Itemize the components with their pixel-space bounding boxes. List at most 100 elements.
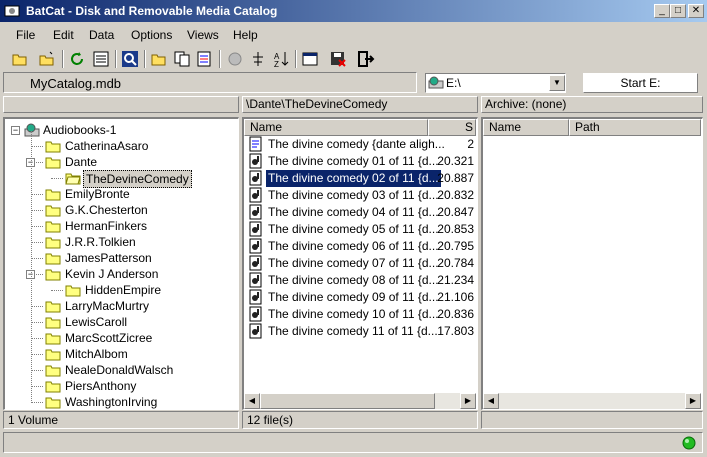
file-row[interactable]: The divine comedy 09 of 11 {d... 21.106 <box>244 289 476 306</box>
archive-scroll-left-button[interactable]: ◀ <box>483 393 499 409</box>
properties-button[interactable] <box>300 49 320 69</box>
archive-horizontal-scrollbar[interactable]: ◀ ▶ <box>483 393 701 409</box>
tree-item-label: WashingtonIrving <box>65 395 158 409</box>
status-light-icon <box>682 436 696 450</box>
file-list[interactable]: Name S The divine comedy {dante aligh...… <box>242 117 478 410</box>
tree-item-label: CatherinaAsaro <box>65 139 149 153</box>
file-row[interactable]: The divine comedy 05 of 11 {d... 20.853 <box>244 221 476 238</box>
arrow-right-icon: ▶ <box>464 396 472 405</box>
menu-help[interactable]: Help <box>233 28 258 42</box>
horizontal-scrollbar[interactable]: ◀ ▶ <box>244 393 476 409</box>
tree-button[interactable] <box>248 49 268 69</box>
file-path-label: \Dante\TheDevineComedy <box>246 97 388 111</box>
save-delete-button[interactable] <box>328 49 348 69</box>
file-size: 20.887 <box>437 171 474 185</box>
file-name: The divine comedy 07 of 11 {d... <box>268 256 439 270</box>
open-catalog-button[interactable] <box>10 49 30 69</box>
minimize-button[interactable]: _ <box>654 4 670 18</box>
start-scan-button[interactable]: Start E: <box>583 73 698 93</box>
menu-data[interactable]: Data <box>89 28 114 42</box>
tree-status: 1 Volume <box>3 411 239 429</box>
tree-item-label: LewisCaroll <box>65 315 128 329</box>
archive-status <box>481 411 703 429</box>
tree-header <box>3 96 239 113</box>
file-row[interactable]: The divine comedy 07 of 11 {d... 20.784 <box>244 255 476 272</box>
column-header-name[interactable]: Name <box>244 119 428 136</box>
minimize-icon: _ <box>659 5 665 16</box>
sort-button[interactable]: AZ <box>271 49 291 69</box>
file-name: The divine comedy 09 of 11 {d... <box>268 290 439 304</box>
collapse-icon[interactable]: − <box>11 126 20 135</box>
file-name: The divine comedy 06 of 11 {d... <box>268 239 439 253</box>
file-rows: The divine comedy {dante aligh... 2 The di… <box>244 136 476 390</box>
folder-tree[interactable]: − Audiobooks-1 CatherinaAsaro Dante − TheDevi… <box>3 117 239 410</box>
report-button[interactable] <box>195 49 215 69</box>
toolbar-separator <box>62 50 64 68</box>
menu-file[interactable]: File <box>16 28 35 42</box>
tree-item-label: MarcScottZicree <box>65 331 153 345</box>
archive-list[interactable]: Name Path ◀ ▶ <box>481 117 703 410</box>
new-folder-icon <box>39 51 54 66</box>
tree-item-label: J.R.R.Tolkien <box>65 235 136 249</box>
exit-icon <box>358 51 375 67</box>
menu-options[interactable]: Options <box>131 28 172 42</box>
audio-file-icon <box>248 323 264 344</box>
menu-views[interactable]: Views <box>187 28 219 42</box>
file-size: 20.321 <box>437 154 474 168</box>
file-size: 20.853 <box>437 222 474 236</box>
scan-button[interactable] <box>225 49 245 69</box>
column-header-size[interactable]: S <box>428 119 476 136</box>
scroll-left-button[interactable]: ◀ <box>244 393 260 409</box>
file-row[interactable]: The divine comedy 06 of 11 {d... 20.795 <box>244 238 476 255</box>
drive-icon <box>428 76 444 89</box>
copy-button[interactable] <box>172 49 192 69</box>
file-name: The divine comedy 10 of 11 {d... <box>268 307 439 321</box>
drive-selected-value: E:\ <box>446 76 461 90</box>
tree-item-label: LarryMacMurtry <box>65 299 150 313</box>
file-size: 20.836 <box>437 307 474 321</box>
archive-column-path[interactable]: Path <box>569 119 701 136</box>
maximize-button[interactable]: □ <box>670 4 686 18</box>
tree-item-label: JamesPatterson <box>65 251 152 265</box>
file-name: The divine comedy 11 of 11 {d... <box>268 324 438 338</box>
tree-item-label: Kevin J Anderson <box>65 267 159 281</box>
scroll-right-button[interactable]: ▶ <box>460 393 476 409</box>
file-row[interactable]: The divine comedy 03 of 11 {d... 20.832 <box>244 187 476 204</box>
tree-item-label: EmilyBronte <box>65 187 130 201</box>
open-folder-icon <box>12 54 27 66</box>
tree-connector <box>31 131 33 403</box>
archive-scroll-right-button[interactable]: ▶ <box>685 393 701 409</box>
file-row[interactable]: The divine comedy 02 of 11 {d... 20.887 <box>244 169 476 188</box>
find-button[interactable] <box>120 49 140 69</box>
scroll-thumb[interactable] <box>260 393 435 409</box>
file-row[interactable]: The divine comedy 08 of 11 {d... 21.234 <box>244 272 476 289</box>
file-name: The divine comedy 05 of 11 {d... <box>268 222 439 236</box>
title-bar[interactable]: BatCat - Disk and Removable Media Catalo… <box>0 0 707 22</box>
exit-button[interactable] <box>356 49 376 69</box>
arrow-left-icon: ◀ <box>487 396 495 405</box>
copy-icon <box>174 51 190 67</box>
list-view-button[interactable] <box>91 49 111 69</box>
refresh-button[interactable] <box>67 49 87 69</box>
scan-icon <box>228 52 242 66</box>
new-folder-button[interactable] <box>37 49 57 69</box>
drive-dropdown-button[interactable]: ▼ <box>549 75 565 91</box>
close-button[interactable]: ✕ <box>688 4 704 18</box>
drive-select[interactable]: E:\ ▼ <box>425 73 566 93</box>
file-name: The divine comedy 01 of 11 {d... <box>268 154 439 168</box>
file-size: 21.234 <box>437 273 474 287</box>
file-row[interactable]: The divine comedy 10 of 11 {d... 20.836 <box>244 306 476 323</box>
folder-button[interactable] <box>149 49 169 69</box>
arrow-left-icon: ◀ <box>248 396 256 405</box>
file-name: The divine comedy 02 of 11 {d... <box>265 169 442 188</box>
file-row[interactable]: The divine comedy 01 of 11 {d... 20.321 <box>244 153 476 170</box>
folder-icon <box>45 267 61 285</box>
tree-item-label: NealeDonaldWalsch <box>65 363 174 377</box>
file-row[interactable]: The divine comedy 11 of 11 {d... 17.803 <box>244 323 476 340</box>
arrow-right-icon: ▶ <box>689 396 697 405</box>
file-row[interactable]: The divine comedy 04 of 11 {d... 20.847 <box>244 204 476 221</box>
menu-edit[interactable]: Edit <box>53 28 74 42</box>
toolbar-separator <box>115 50 117 68</box>
file-row[interactable]: The divine comedy {dante aligh... 2 <box>244 136 476 153</box>
archive-column-name[interactable]: Name <box>483 119 569 136</box>
